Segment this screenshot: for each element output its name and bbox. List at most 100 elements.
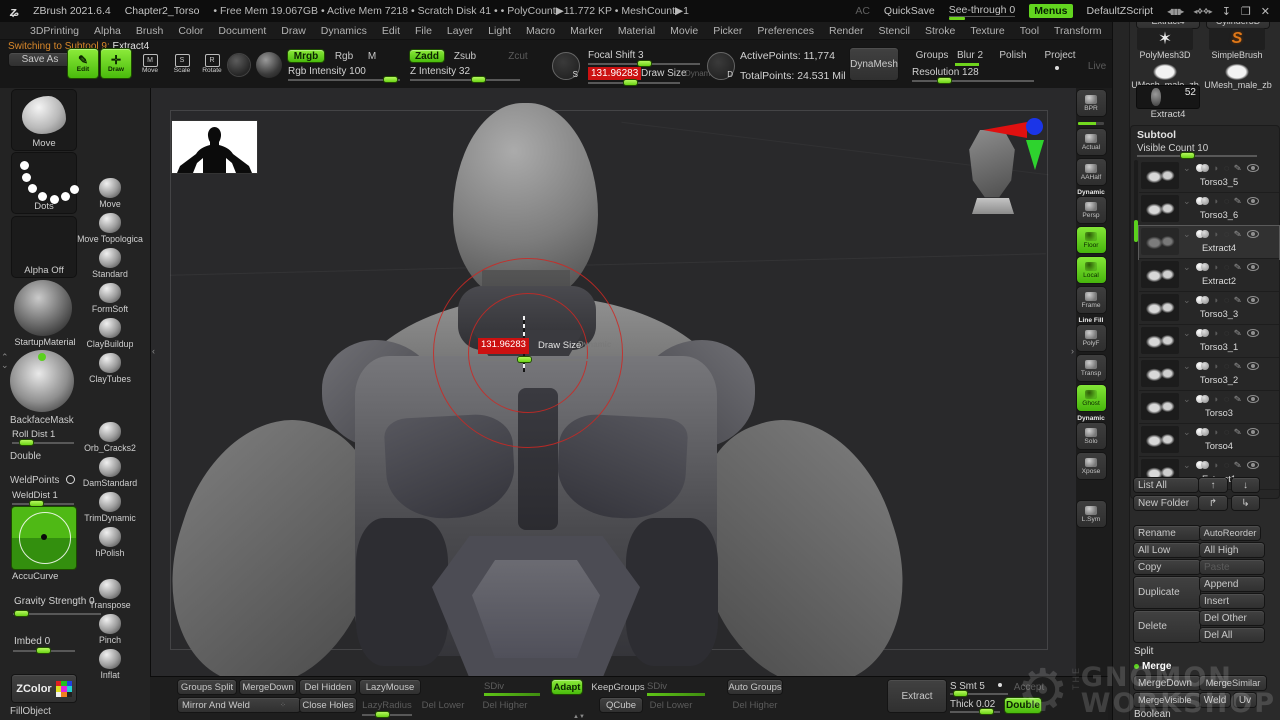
autoreorder-button[interactable]: AutoReorder bbox=[1200, 526, 1260, 540]
del-higher-button[interactable]: Del Higher bbox=[480, 698, 530, 712]
uv-icon[interactable]: ◗ bbox=[1214, 362, 1219, 371]
m-button[interactable]: M bbox=[364, 50, 380, 62]
subtool-name[interactable]: Torso3_3 bbox=[1169, 309, 1269, 319]
scale-button[interactable]: S Scale bbox=[168, 50, 196, 78]
subtool-row[interactable]: ⌄ ◗ ◌ ✎ Torso3_1 bbox=[1139, 325, 1279, 358]
funnel-icon[interactable]: ⌄ bbox=[1183, 197, 1191, 205]
minimize-icon[interactable]: ↧ bbox=[1222, 5, 1231, 18]
alpha-icon[interactable]: D bbox=[707, 52, 735, 80]
shelf-button[interactable]: L.Sym bbox=[1076, 501, 1106, 527]
del-lower-button[interactable]: Del Lower bbox=[420, 698, 466, 712]
brush-shortcut[interactable]: Transpose bbox=[89, 579, 130, 610]
zadd-button[interactable]: Zadd bbox=[410, 50, 444, 62]
subtool-name[interactable]: Torso4 bbox=[1169, 441, 1269, 451]
subtool-name[interactable]: Torso3_2 bbox=[1169, 375, 1269, 385]
visible-count-slider[interactable] bbox=[1137, 155, 1257, 157]
double-button[interactable]: Double bbox=[1005, 698, 1041, 713]
menu-item[interactable]: Alpha bbox=[94, 25, 121, 37]
adapt-button[interactable]: Adapt bbox=[552, 680, 582, 694]
umesh-tool[interactable] bbox=[1209, 62, 1265, 80]
edit-button[interactable]: ✎ Edit bbox=[68, 49, 98, 78]
polypaint-icon[interactable] bbox=[1196, 362, 1209, 370]
rotate-button[interactable]: R Rotate bbox=[198, 50, 226, 78]
z-intensity-slider[interactable] bbox=[410, 79, 520, 81]
figure-icon[interactable]: ◌ bbox=[1224, 461, 1229, 470]
del-all-button[interactable]: Del All bbox=[1200, 628, 1264, 642]
shelf-button[interactable]: Transp bbox=[1076, 355, 1106, 381]
uv-icon[interactable]: ◗ bbox=[1214, 461, 1219, 470]
draw-size-slider[interactable] bbox=[588, 82, 680, 84]
move-into-folder-button[interactable]: ↳ bbox=[1232, 496, 1259, 510]
polish-button[interactable]: Polish bbox=[994, 49, 1032, 62]
boolean-section-label[interactable]: Boolean bbox=[1134, 709, 1171, 720]
paste-button[interactable]: Paste bbox=[1200, 560, 1264, 574]
menu-item[interactable]: Preferences bbox=[757, 25, 814, 37]
see-through-slider[interactable]: See-through 0 bbox=[949, 4, 1016, 18]
sculpt-viewport[interactable]: 131.96283 Draw Size Dynamic ‹ › bbox=[150, 88, 1076, 676]
active-brush-tile[interactable]: Move bbox=[12, 90, 76, 150]
eye-icon[interactable] bbox=[1247, 461, 1259, 469]
scroll-strip-icons[interactable]: ◂❖❖▸ bbox=[1193, 7, 1211, 16]
focal-shift-slider[interactable] bbox=[588, 63, 700, 65]
stroke-icon[interactable]: S bbox=[552, 52, 580, 80]
polypaint-icon[interactable] bbox=[1196, 395, 1209, 403]
brush-shortcut[interactable]: Move bbox=[99, 178, 121, 209]
divider-handle-icon[interactable]: ▲▼ bbox=[573, 714, 585, 720]
see-through-handle[interactable] bbox=[949, 17, 965, 20]
menu-item[interactable]: Stencil bbox=[878, 25, 910, 37]
shelf-button[interactable]: Floor bbox=[1076, 227, 1106, 253]
merge-similar-button[interactable]: MergeSimilar bbox=[1200, 676, 1266, 690]
menu-item[interactable]: Brush bbox=[136, 25, 163, 37]
brush-shortcut[interactable]: FormSoft bbox=[92, 283, 128, 314]
polypaint-icon[interactable] bbox=[1196, 329, 1209, 337]
menu-item[interactable]: Marker bbox=[570, 25, 603, 37]
zcut-button[interactable]: Zcut bbox=[505, 50, 531, 62]
rgb-button[interactable]: Rgb bbox=[330, 50, 358, 62]
funnel-icon[interactable]: ⌄ bbox=[1183, 230, 1191, 238]
subtool-scrollbar-thumb[interactable] bbox=[1134, 220, 1138, 242]
close-holes-button[interactable]: Close Holes bbox=[300, 698, 356, 712]
edit-icon[interactable]: ✎ bbox=[1234, 295, 1243, 305]
subtool-name[interactable]: Extract2 bbox=[1169, 276, 1269, 286]
material-swatch[interactable] bbox=[256, 52, 282, 78]
eye-icon[interactable] bbox=[1247, 230, 1259, 238]
shelf-button[interactable]: Line Fill PolyF bbox=[1076, 317, 1106, 351]
copy-button[interactable]: Copy bbox=[1134, 560, 1200, 574]
uv-icon[interactable]: ◗ bbox=[1214, 329, 1219, 338]
stroke-tile[interactable]: Dots bbox=[12, 153, 76, 213]
uv-icon[interactable]: ◗ bbox=[1214, 428, 1219, 437]
brush-shortcut[interactable]: hPolish bbox=[96, 527, 125, 558]
blur-mini-slider[interactable] bbox=[955, 63, 979, 66]
shelf-button[interactable]: Frame bbox=[1076, 287, 1106, 313]
project-button[interactable]: Project bbox=[1038, 49, 1082, 62]
edit-icon[interactable]: ✎ bbox=[1234, 262, 1243, 272]
shelf-button[interactable]: Dynamic Persp bbox=[1076, 189, 1106, 223]
polypaint-icon[interactable] bbox=[1196, 230, 1209, 238]
live-boolean-button[interactable]: Live bbox=[1085, 56, 1109, 76]
move-button[interactable]: M Move bbox=[136, 50, 164, 78]
subtool-scrollbar[interactable] bbox=[1134, 160, 1138, 478]
duplicate-button[interactable]: Duplicate bbox=[1134, 577, 1200, 608]
edit-icon[interactable]: ✎ bbox=[1234, 328, 1243, 338]
shelf-button[interactable]: Dynamic Solo bbox=[1076, 415, 1106, 449]
del-lower2-button[interactable]: Del Lower bbox=[647, 698, 695, 712]
subtool-row[interactable]: ⌄ ◗ ◌ ✎ Torso3_2 bbox=[1139, 358, 1279, 391]
subtool-row[interactable]: ⌄ ◗ ◌ ✎ Torso3_6 bbox=[1139, 193, 1279, 226]
del-higher2-button[interactable]: Del Higher bbox=[730, 698, 780, 712]
polypaint-icon[interactable] bbox=[1196, 197, 1209, 205]
eye-icon[interactable] bbox=[1247, 197, 1259, 205]
sdiv-left-slider[interactable] bbox=[484, 693, 540, 696]
fill-object-button[interactable]: FillObject bbox=[10, 705, 78, 717]
list-all-button[interactable]: List All bbox=[1134, 478, 1198, 492]
keepgroups-button[interactable]: KeepGroups bbox=[587, 680, 649, 694]
eye-icon[interactable] bbox=[1247, 164, 1259, 172]
shelf-button[interactable]: Xpose bbox=[1076, 453, 1106, 479]
save-as-button[interactable]: Save As bbox=[9, 53, 71, 66]
funnel-icon[interactable]: ⌄ bbox=[1183, 263, 1191, 271]
subtool-row[interactable]: ⌄ ◗ ◌ ✎ Torso3 bbox=[1139, 391, 1279, 424]
tray-scroll-down-icon[interactable]: ⌄ bbox=[1, 360, 9, 371]
brush-shortcut[interactable]: TrimDynamic bbox=[84, 492, 135, 523]
menu-item[interactable]: File bbox=[415, 25, 432, 37]
figure-icon[interactable]: ◌ bbox=[1224, 230, 1229, 239]
polypaint-icon[interactable] bbox=[1196, 461, 1209, 469]
